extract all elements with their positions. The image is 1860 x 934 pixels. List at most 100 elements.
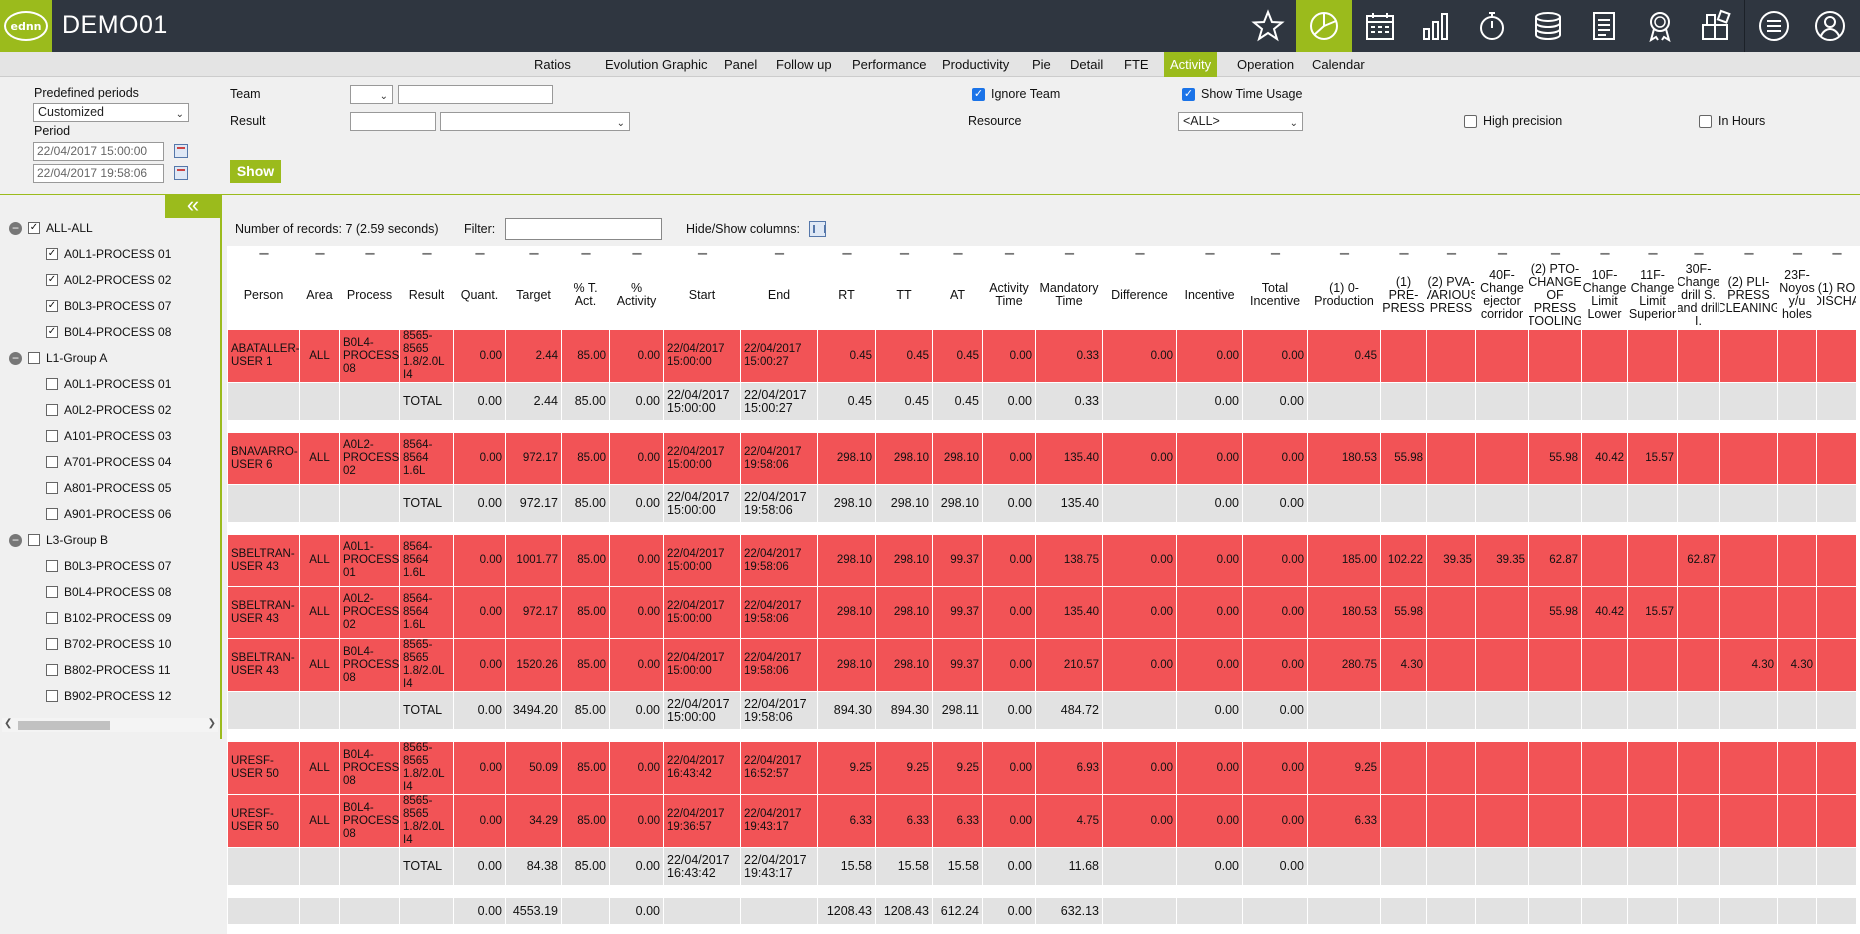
column-header[interactable]: ▪▪▪▪▪▪ Target <box>505 246 562 330</box>
tree-checkbox[interactable] <box>46 378 58 390</box>
scrollbar-thumb[interactable] <box>18 721 110 730</box>
user-icon[interactable] <box>1802 0 1858 52</box>
column-header[interactable]: ▪▪▪▪▪▪ 30F-Change drill S. and drill I. <box>1677 246 1720 330</box>
column-drag-handle-icon[interactable]: ▪▪▪▪▪▪ <box>1679 248 1718 262</box>
database-icon[interactable] <box>1520 0 1576 52</box>
bar-chart-icon[interactable] <box>1408 0 1464 52</box>
column-drag-handle-icon[interactable]: ▪▪▪▪▪▪ <box>1178 248 1241 262</box>
star-icon[interactable] <box>1240 0 1296 52</box>
columns-toggle-icon[interactable] <box>809 221 826 237</box>
team-select[interactable]: ⌄ <box>350 85 393 104</box>
column-header[interactable]: ▪▪▪▪▪▪ Area <box>299 246 340 330</box>
tree-item[interactable]: B0L3-PROCESS 07 <box>46 296 171 316</box>
tree-item[interactable]: A0L1-PROCESS 01 <box>46 374 171 394</box>
column-drag-handle-icon[interactable]: ▪▪▪▪▪▪ <box>1530 248 1580 262</box>
column-drag-handle-icon[interactable]: ▪▪▪▪▪▪ <box>742 248 816 262</box>
column-header[interactable]: ▪▪▪▪▪▪ 23F-Noyos y/u holes <box>1777 246 1817 330</box>
calendar-start-icon[interactable] <box>174 144 188 158</box>
column-drag-handle-icon[interactable]: ▪▪▪▪▪▪ <box>1382 248 1425 262</box>
column-header[interactable]: ▪▪▪▪▪▪ (2) PLI-PRESS CLEANING <box>1719 246 1778 330</box>
column-drag-handle-icon[interactable]: ▪▪▪▪▪▪ <box>455 248 504 262</box>
column-drag-handle-icon[interactable]: ▪▪▪▪▪▪ <box>1818 248 1855 262</box>
column-header[interactable]: ▪▪▪▪▪▪ Activity Time <box>982 246 1036 330</box>
tree-item[interactable]: A101-PROCESS 03 <box>46 426 171 446</box>
tree-checkbox[interactable] <box>46 326 58 338</box>
column-header[interactable]: ▪▪▪▪▪▪ (1) 0-Production <box>1307 246 1381 330</box>
predefined-periods-select[interactable]: Customized ⌄ <box>33 103 189 122</box>
tree-checkbox[interactable] <box>46 508 58 520</box>
column-drag-handle-icon[interactable]: ▪▪▪▪▪▪ <box>665 248 739 262</box>
tree-item[interactable]: B802-PROCESS 11 <box>46 660 171 680</box>
resource-select[interactable]: <ALL> ⌄ <box>1178 112 1303 131</box>
filter-input[interactable] <box>505 218 662 240</box>
menu-item-fte[interactable]: FTE <box>1118 52 1155 77</box>
tree-item[interactable]: B0L4-PROCESS 08 <box>46 582 171 602</box>
tree-checkbox[interactable] <box>46 664 58 676</box>
column-drag-handle-icon[interactable]: ▪▪▪▪▪▪ <box>1629 248 1676 262</box>
menu-item-evolution[interactable]: Evolution <box>599 52 664 77</box>
table-row[interactable]: URESF-USER 50 ALL B0L4-PROCESS 08 8565-8565… <box>227 794 1857 848</box>
pie-chart-icon[interactable] <box>1296 0 1352 52</box>
menu-item-ratios[interactable]: Ratios <box>528 52 577 77</box>
award-icon[interactable] <box>1632 0 1688 52</box>
column-drag-handle-icon[interactable]: ▪▪▪▪▪▪ <box>1721 248 1776 262</box>
tree-checkbox[interactable] <box>46 430 58 442</box>
column-drag-handle-icon[interactable]: ▪▪▪▪▪▪ <box>229 248 298 262</box>
tree-item[interactable]: B902-PROCESS 12 <box>46 686 171 706</box>
column-header[interactable]: ▪▪▪▪▪▪ RT <box>817 246 876 330</box>
menu-item-calendar[interactable]: Calendar <box>1306 52 1371 77</box>
column-header[interactable]: ▪▪▪▪▪▪ (1) RO DISCHA <box>1816 246 1857 330</box>
column-drag-handle-icon[interactable]: ▪▪▪▪▪▪ <box>1244 248 1306 262</box>
column-drag-handle-icon[interactable]: ▪▪▪▪▪▪ <box>1428 248 1474 262</box>
tree-item[interactable]: A0L2-PROCESS 02 <box>46 400 171 420</box>
tree-group[interactable]: − L1-Group A <box>9 348 107 368</box>
column-header[interactable]: ▪▪▪▪▪▪ Start <box>663 246 741 330</box>
tree-item[interactable]: B702-PROCESS 10 <box>46 634 171 654</box>
column-drag-handle-icon[interactable]: ▪▪▪▪▪▪ <box>984 248 1034 262</box>
tree-checkbox[interactable] <box>28 352 40 364</box>
collapse-group-icon[interactable]: − <box>9 221 22 235</box>
column-drag-handle-icon[interactable]: ▪▪▪▪▪▪ <box>1037 248 1101 262</box>
tree-item[interactable]: B0L3-PROCESS 07 <box>46 556 171 576</box>
in-hours-checkbox[interactable] <box>1699 115 1712 128</box>
column-header[interactable]: ▪▪▪▪▪▪ Mandatory Time <box>1035 246 1103 330</box>
tree-item[interactable]: A901-PROCESS 06 <box>46 504 171 524</box>
column-drag-handle-icon[interactable]: ▪▪▪▪▪▪ <box>934 248 981 262</box>
tree-checkbox[interactable] <box>46 456 58 468</box>
tree-group[interactable]: − L3-Group B <box>9 530 108 550</box>
column-drag-handle-icon[interactable]: ▪▪▪▪▪▪ <box>563 248 608 262</box>
column-header[interactable]: ▪▪▪▪▪▪ Difference <box>1102 246 1177 330</box>
column-header[interactable]: ▪▪▪▪▪▪ Total Incentive <box>1242 246 1308 330</box>
column-header[interactable]: ▪▪▪▪▪▪ Quant. <box>453 246 506 330</box>
hamburger-menu-icon[interactable] <box>1746 0 1802 52</box>
scroll-right-icon[interactable]: ❯ <box>208 718 216 729</box>
column-drag-handle-icon[interactable]: ▪▪▪▪▪▪ <box>1104 248 1175 262</box>
tree-item[interactable]: A701-PROCESS 04 <box>46 452 171 472</box>
tree-checkbox[interactable] <box>46 690 58 702</box>
column-header[interactable]: ▪▪▪▪▪▪ 10F-Change Limit Lower <box>1581 246 1628 330</box>
collapse-group-icon[interactable]: − <box>9 351 22 365</box>
table-row[interactable]: SBELTRAN-USER 43 ALL B0L4-PROCESS 08 8565-8… <box>227 638 1857 692</box>
column-header[interactable]: ▪▪▪▪▪▪ Incentive <box>1176 246 1243 330</box>
tree-checkbox[interactable] <box>46 586 58 598</box>
result-input[interactable] <box>350 112 436 131</box>
column-header[interactable]: ▪▪▪▪▪▪ Process <box>339 246 400 330</box>
column-drag-handle-icon[interactable]: ▪▪▪▪▪▪ <box>1583 248 1626 262</box>
calendar-icon[interactable] <box>1352 0 1408 52</box>
table-row[interactable]: URESF-USER 50 ALL B0L4-PROCESS 08 8565-8565… <box>227 741 1857 795</box>
show-time-usage-checkbox[interactable]: ✓ <box>1182 88 1195 101</box>
menu-item-follow-up[interactable]: Follow up <box>770 52 838 77</box>
tree-item[interactable]: A0L2-PROCESS 02 <box>46 270 171 290</box>
column-drag-handle-icon[interactable]: ▪▪▪▪▪▪ <box>1477 248 1527 262</box>
column-header[interactable]: ▪▪▪▪▪▪ % T. Act. <box>561 246 610 330</box>
tree-checkbox[interactable] <box>46 482 58 494</box>
table-row[interactable]: BNAVARRO-USER 6 ALL A0L2-PROCESS 02 8564-85… <box>227 432 1857 485</box>
tree-checkbox[interactable] <box>46 638 58 650</box>
tree-horizontal-scrollbar[interactable]: ❮ ❯ <box>2 718 218 732</box>
column-drag-handle-icon[interactable]: ▪▪▪▪▪▪ <box>1309 248 1379 262</box>
column-header[interactable]: ▪▪▪▪▪▪ End <box>740 246 818 330</box>
menu-item-activity[interactable]: Activity <box>1164 52 1218 77</box>
column-drag-handle-icon[interactable]: ▪▪▪▪▪▪ <box>1779 248 1815 262</box>
column-drag-handle-icon[interactable]: ▪▪▪▪▪▪ <box>819 248 874 262</box>
column-header[interactable]: ▪▪▪▪▪▪ 40F-Change ejector corridor <box>1475 246 1529 330</box>
